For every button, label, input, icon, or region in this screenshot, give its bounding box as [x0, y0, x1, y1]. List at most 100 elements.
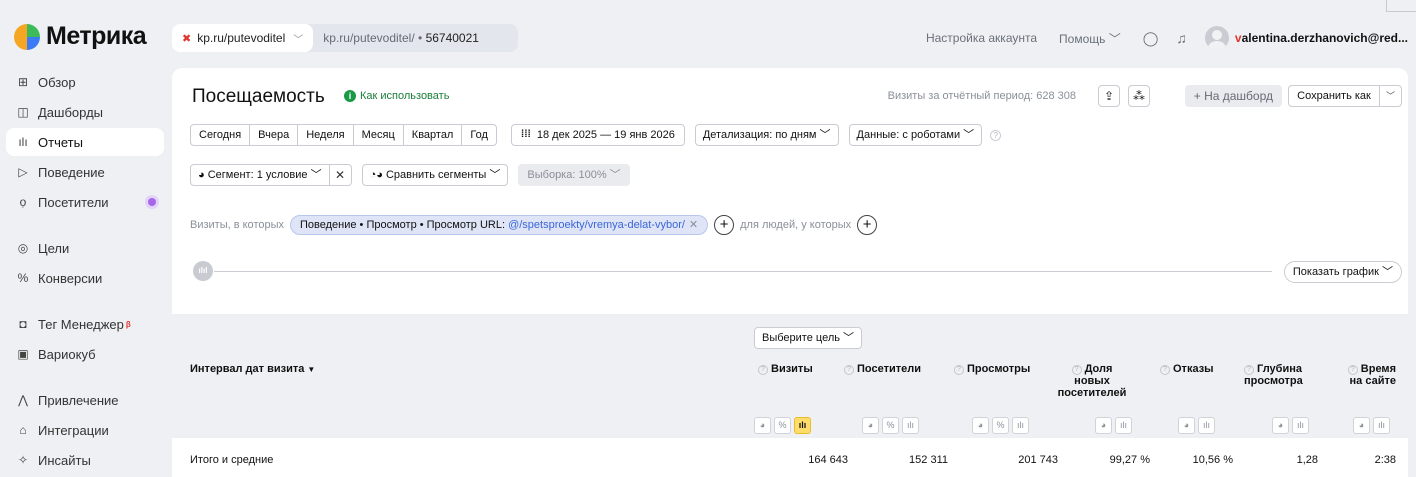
- graph-divider: [214, 271, 1272, 272]
- segment-clear-button[interactable]: ✕: [329, 164, 352, 186]
- bar-chart-toggle-icon[interactable]: ılı: [1198, 417, 1215, 434]
- bar-chart-toggle-icon[interactable]: ılı: [1012, 417, 1029, 434]
- pie-chart-toggle-icon[interactable]: ◕: [972, 417, 989, 434]
- sidebar-item-tag-manager[interactable]: ◘ Тег Менеджер β: [6, 310, 164, 338]
- counter-dropdown[interactable]: ✖ kp.ru/putevoditel ﹀: [172, 24, 314, 52]
- sidebar-item-behavior[interactable]: ▷ Поведение: [6, 158, 164, 186]
- close-icon[interactable]: ✕: [689, 219, 698, 231]
- column-header-visits[interactable]: ? Визиты: [758, 363, 813, 375]
- chevron-down-icon: ﹀: [293, 34, 304, 46]
- segment-dropdown[interactable]: ◕ Сегмент: 1 условие ﹀: [190, 164, 330, 186]
- table-header: Выберите цель ﹀ Интервал дат визита ▼ ? В…: [172, 314, 1408, 438]
- add-to-dashboard-button[interactable]: + На дашборд: [1184, 85, 1282, 107]
- total-visitors: 152 311: [909, 454, 948, 466]
- dimension-header[interactable]: Интервал дат визита ▼: [190, 363, 315, 375]
- date-range-label: 18 дек 2025 — 19 янв 2026: [536, 129, 675, 141]
- compare-segments-dropdown[interactable]: ◔◕ Сравнить сегменты ﹀: [361, 164, 509, 186]
- user-email[interactable]: valentina.derzhanovich@red...: [1235, 31, 1408, 45]
- counter-selector: ✖ kp.ru/putevoditel ﹀ kp.ru/putevoditel/…: [172, 24, 518, 52]
- logo-text: Метрика: [46, 22, 147, 50]
- period-week-button[interactable]: Неделя: [297, 124, 354, 146]
- export-icon[interactable]: ⇪: [1098, 85, 1120, 107]
- sample-dropdown[interactable]: Выборка: 100% ﹀: [518, 164, 630, 186]
- chevron-down-icon: ﹀: [1108, 31, 1121, 46]
- help-icon: ?: [1071, 365, 1082, 375]
- share-icon[interactable]: ⁂: [1128, 85, 1150, 107]
- period-yesterday-button[interactable]: Вчера: [249, 124, 299, 146]
- sidebar-item-integrations[interactable]: ⌂ Интеграции: [6, 416, 164, 444]
- period-month-button[interactable]: Месяц: [352, 124, 404, 146]
- help-menu[interactable]: Помощь ﹀: [1059, 30, 1121, 47]
- top-bar: Метрика ✖ kp.ru/putevoditel ﹀ kp.ru/pute…: [0, 0, 1416, 60]
- pie-chart-toggle-icon[interactable]: ◕: [1095, 417, 1112, 434]
- bar-chart-toggle-icon[interactable]: ılı: [902, 417, 919, 434]
- period-today-button[interactable]: Сегодня: [190, 124, 251, 146]
- column-header-label-line2: просмотра: [1244, 375, 1303, 387]
- counter-id: 56740021: [425, 31, 479, 45]
- save-as-dropdown-button[interactable]: ﹀: [1379, 85, 1402, 107]
- percent-toggle-icon[interactable]: %: [882, 417, 899, 434]
- bar-chart-toggle-icon[interactable]: ılı: [1292, 417, 1309, 434]
- account-settings-link[interactable]: Настройка аккаунта: [926, 31, 1037, 45]
- people-filter-label: для людей, у которых: [740, 219, 852, 231]
- bar-chart-toggle-icon[interactable]: ılı: [1373, 417, 1390, 434]
- sidebar-item-dashboards[interactable]: ◫ Дашборды: [6, 98, 164, 126]
- sidebar-item-attraction[interactable]: ⋀ Привлечение: [6, 386, 164, 414]
- avatar[interactable]: [1204, 26, 1229, 50]
- column-header-bounces[interactable]: ? Отказы: [1160, 363, 1214, 375]
- add-visit-condition-button[interactable]: +: [714, 215, 735, 235]
- sidebar-item-label: Отчеты: [38, 134, 83, 150]
- help-icon[interactable]: ?: [990, 129, 1002, 141]
- counter-separator: •: [418, 31, 423, 45]
- chat-icon[interactable]: ◯: [1143, 30, 1159, 47]
- pie-chart-toggle-icon[interactable]: ◕: [754, 417, 771, 434]
- dimension-label: Интервал дат визита: [190, 363, 305, 375]
- percent-toggle-icon[interactable]: %: [774, 417, 791, 434]
- sidebar-item-goals[interactable]: ◎ Цели: [6, 234, 164, 262]
- column-tools-new-visitors: ◕ ılı: [1092, 417, 1132, 434]
- detail-dropdown[interactable]: Детализация: по дням ﹀: [694, 124, 839, 146]
- total-depth: 1,28: [1296, 454, 1318, 466]
- filter-conditions: Визиты, в которых Поведение • Просмотр •…: [190, 214, 883, 236]
- bar-chart-toggle-icon[interactable]: ılı: [1115, 417, 1132, 434]
- column-header-new-visitors[interactable]: ? Доля новых посетителей: [1052, 363, 1132, 399]
- chart-icon[interactable]: ılıl: [193, 261, 213, 281]
- period-quarter-button[interactable]: Квартал: [402, 124, 463, 146]
- sort-desc-icon: ▼: [307, 365, 316, 374]
- how-to-use-link[interactable]: i Как использовать: [344, 90, 449, 102]
- filter-chip[interactable]: Поведение • Просмотр • Просмотр URL: @/s…: [290, 215, 709, 235]
- column-header-pageviews[interactable]: ? Просмотры: [954, 363, 1030, 375]
- column-header-depth[interactable]: ? Глубина просмотра: [1244, 363, 1303, 387]
- pie-chart-toggle-icon[interactable]: ◕: [862, 417, 879, 434]
- sample-label: Выборка: 100%: [527, 169, 607, 181]
- date-range-picker[interactable]: ⁞⁞⁞ 18 дек 2025 — 19 янв 2026: [510, 124, 685, 146]
- calendar-icon: ⁞⁞⁞: [520, 129, 531, 140]
- report-card: Посещаемость i Как использовать Визиты за…: [172, 68, 1408, 477]
- sidebar-item-variocube[interactable]: ▣ Вариокуб: [6, 340, 164, 368]
- choose-goal-dropdown[interactable]: Выберите цель ﹀: [754, 327, 863, 349]
- pie-chart-toggle-icon[interactable]: ◕: [1353, 417, 1370, 434]
- show-graph-button[interactable]: Показать график ﹀: [1283, 261, 1402, 283]
- period-year-button[interactable]: Год: [461, 124, 497, 146]
- sidebar-item-insights[interactable]: ✧ Инсайты: [6, 446, 164, 474]
- percent-toggle-icon[interactable]: %: [992, 417, 1009, 434]
- column-header-time-on-site[interactable]: ? Время на сайте: [1322, 363, 1396, 387]
- pie-chart-toggle-icon[interactable]: ◕: [1178, 417, 1195, 434]
- bar-chart-toggle-icon[interactable]: ılı: [794, 417, 811, 434]
- sidebar-item-label: Инсайты: [38, 452, 91, 468]
- pie-chart-toggle-icon[interactable]: ◕: [1272, 417, 1289, 434]
- sidebar-item-conversions[interactable]: % Конверсии: [6, 264, 164, 292]
- sidebar-item-overview[interactable]: ⊞ Обзор: [6, 68, 164, 96]
- chevron-down-icon: ﹀: [310, 169, 322, 181]
- metrika-logo[interactable]: Метрика: [14, 22, 147, 51]
- sidebar-item-visitors[interactable]: ọ Посетители: [6, 188, 164, 216]
- total-time-on-site: 2:38: [1374, 454, 1396, 466]
- sidebar-item-reports[interactable]: ılı Отчеты: [6, 128, 164, 156]
- data-dropdown[interactable]: Данные: с роботами ﹀: [848, 124, 983, 146]
- column-header-visitors[interactable]: ? Посетители: [844, 363, 921, 375]
- total-new-visitors: 99,27 %: [1109, 454, 1150, 466]
- filter-prefix: Визиты, в которых: [190, 219, 284, 231]
- bell-icon[interactable]: ♫: [1176, 30, 1187, 46]
- save-as-button[interactable]: Сохранить как: [1288, 85, 1380, 107]
- add-people-condition-button[interactable]: +: [857, 215, 878, 235]
